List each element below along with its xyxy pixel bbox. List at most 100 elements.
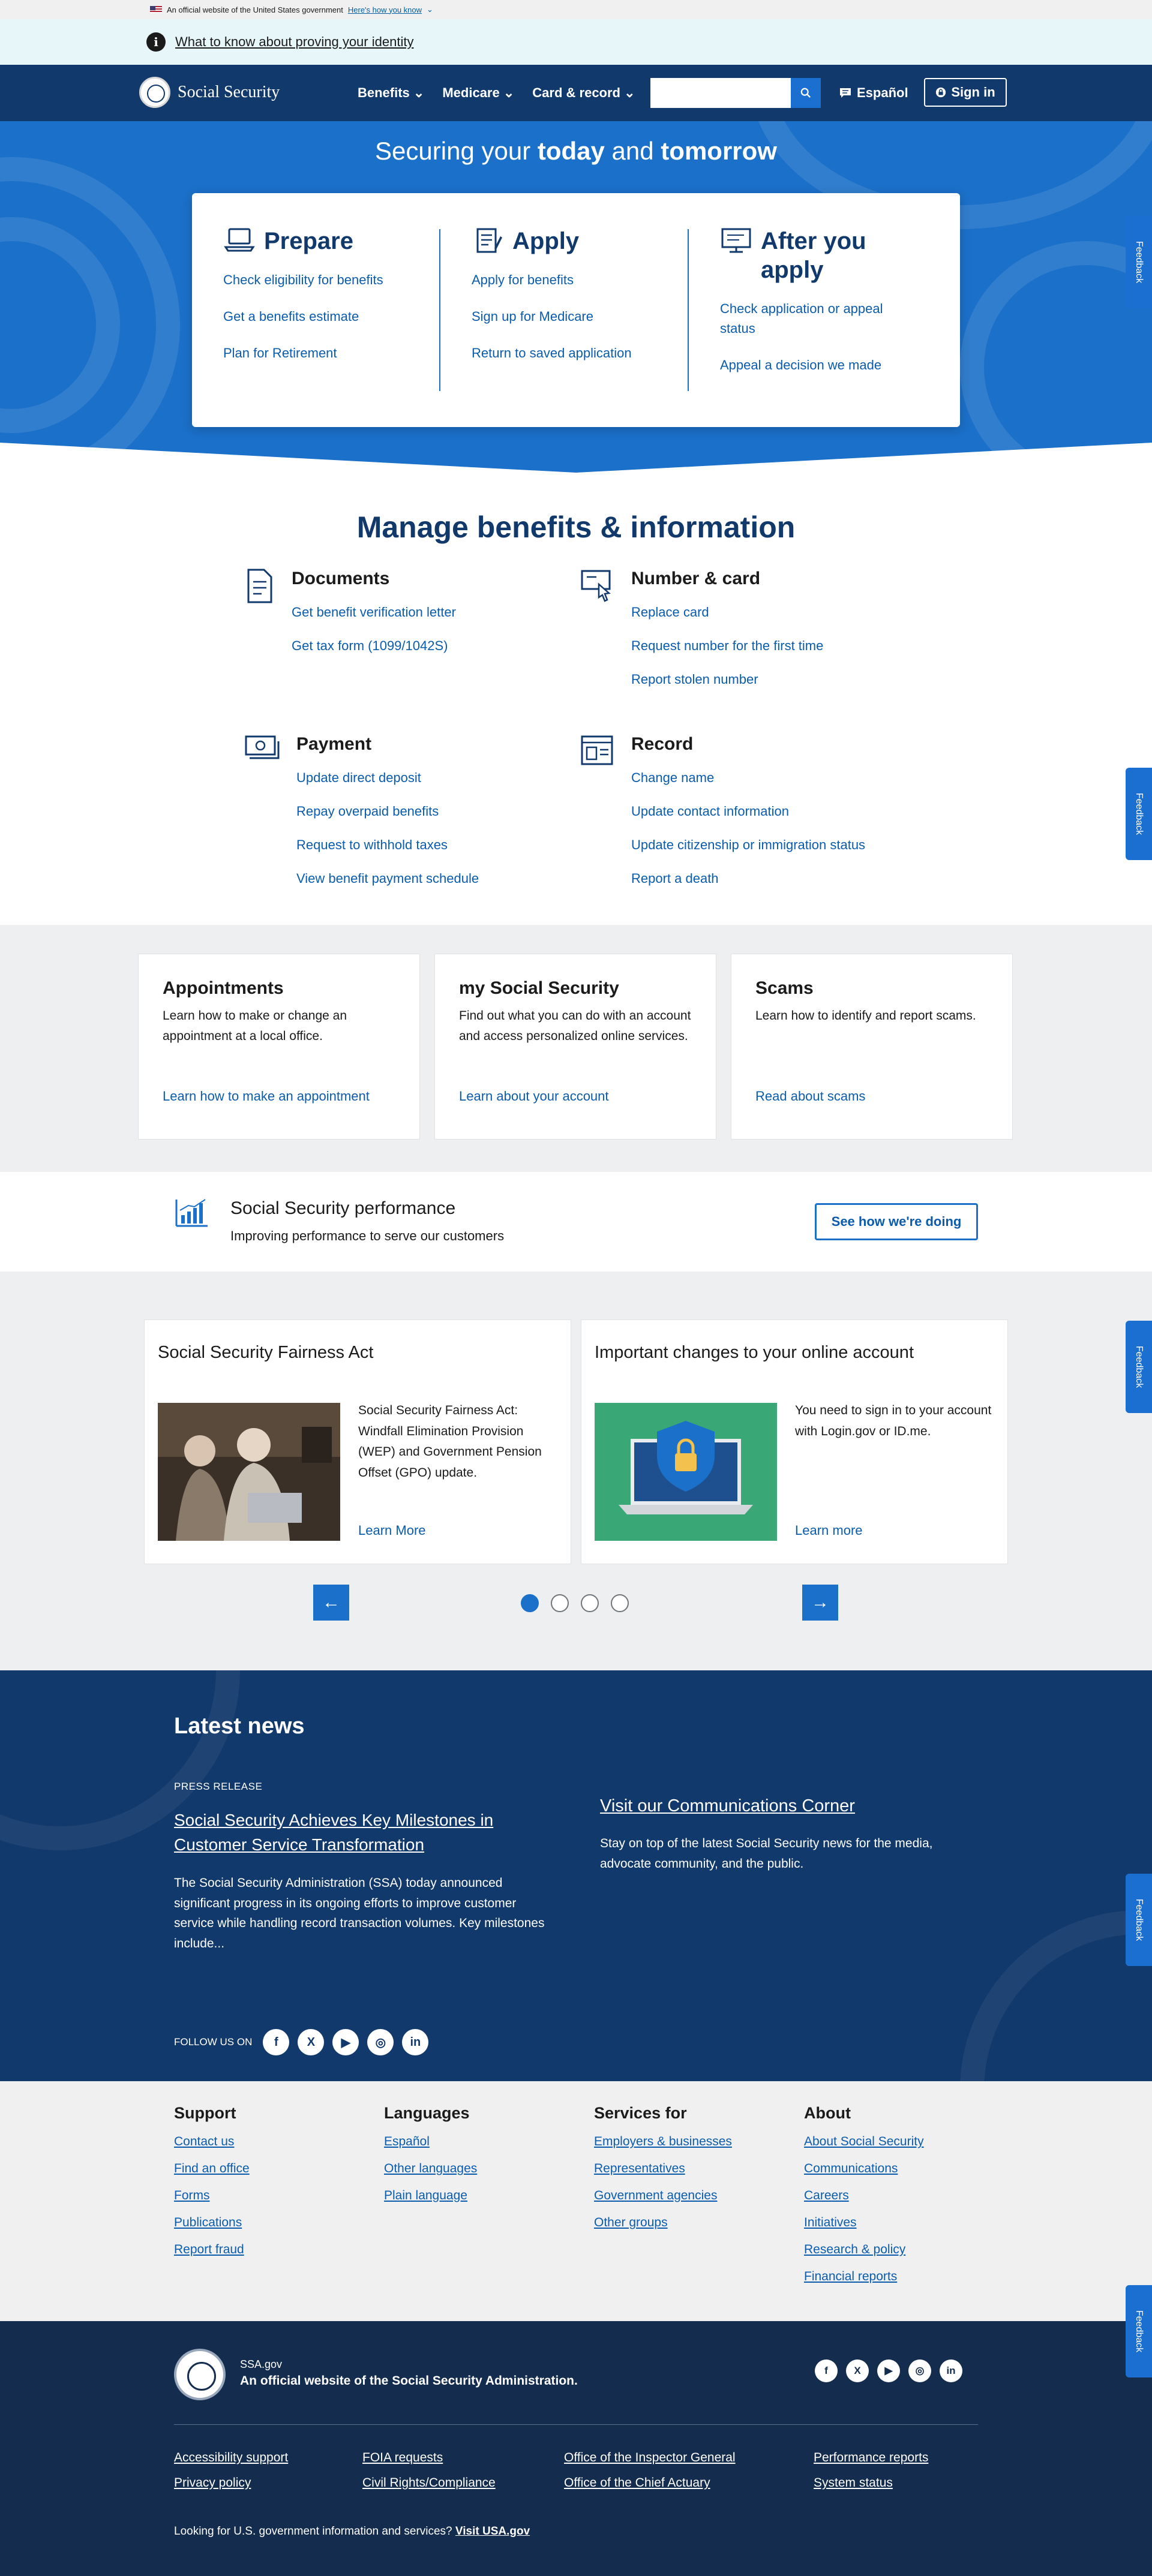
feedback-tab[interactable]: Feedback (1126, 768, 1152, 860)
fairness-learn-more-link[interactable]: Learn More (358, 1523, 426, 1538)
see-how-button[interactable]: See how we're doing (815, 1203, 978, 1240)
arrow-right-icon: → (811, 1592, 829, 1612)
sign-in-button[interactable]: Sign in (924, 78, 1007, 107)
footer-link[interactable]: Other groups (594, 2216, 732, 2230)
direct-deposit-link[interactable]: Update direct deposit (296, 770, 479, 786)
espanol-link[interactable]: Español (839, 85, 908, 101)
sign-up-medicare-link[interactable]: Sign up for Medicare (472, 306, 688, 326)
prepare-column: Prepare Check eligibility for benefits G… (192, 228, 440, 391)
bottom-link[interactable]: Civil Rights/Compliance (362, 2476, 496, 2490)
feedback-tab[interactable]: Feedback (1126, 2285, 1152, 2377)
news-carousel: Social Security Fairness Act Social Secu… (0, 1272, 1152, 1670)
footer-link[interactable]: Contact us (174, 2135, 250, 2149)
account-link[interactable]: Learn about your account (459, 1089, 609, 1104)
feedback-tab[interactable]: Feedback (1126, 216, 1152, 308)
fairness-act-card: Social Security Fairness Act Social Secu… (144, 1319, 571, 1564)
carousel-dot[interactable] (581, 1594, 599, 1612)
facebook-icon[interactable]: f (815, 2359, 838, 2382)
carousel-next-button[interactable]: → (802, 1585, 838, 1621)
bottom-link[interactable]: Office of the Chief Actuary (564, 2476, 710, 2490)
visit-usa-gov-link[interactable]: Visit USA.gov (455, 2525, 530, 2538)
appeal-decision-link[interactable]: Appeal a decision we made (720, 355, 937, 375)
ssa-logo[interactable]: Social Security (139, 77, 280, 108)
latest-news-section: Latest news PRESS RELEASE Social Securit… (0, 1670, 1152, 2081)
footer-link[interactable]: About Social Security (804, 2135, 924, 2149)
instagram-icon[interactable]: ◎ (908, 2359, 931, 2382)
footer-link[interactable]: Other languages (384, 2162, 477, 2176)
appointment-link[interactable]: Learn how to make an appointment (163, 1089, 370, 1104)
footer-link[interactable]: Plain language (384, 2189, 477, 2203)
footer-link[interactable]: Representatives (594, 2162, 732, 2176)
proving-identity-link[interactable]: What to know about proving your identity (175, 34, 413, 50)
footer-link[interactable]: Communications (804, 2162, 924, 2176)
report-stolen-link[interactable]: Report stolen number (631, 672, 823, 687)
linkedin-icon[interactable]: in (940, 2359, 962, 2382)
bottom-link[interactable]: Performance reports (814, 2451, 928, 2465)
verification-letter-link[interactable]: Get benefit verification letter (292, 605, 456, 620)
citizenship-status-link[interactable]: Update citizenship or immigration status (631, 837, 865, 853)
communications-corner-link[interactable]: Visit our Communications Corner (600, 1796, 855, 1816)
footer-link[interactable]: Research & policy (804, 2243, 924, 2257)
footer-link[interactable]: Careers (804, 2189, 924, 2203)
search-button[interactable] (791, 78, 821, 108)
footer-links: Support Contact us Find an office Forms … (0, 2081, 1152, 2321)
footer-link[interactable]: Report fraud (174, 2243, 250, 2257)
footer-link[interactable]: Español (384, 2135, 477, 2149)
footer-link[interactable]: Initiatives (804, 2216, 924, 2230)
scams-link[interactable]: Read about scams (755, 1089, 865, 1104)
bottom-link[interactable]: Accessibility support (174, 2451, 288, 2465)
footer-about-column: About About Social Security Communicatio… (804, 2104, 924, 2284)
facebook-icon[interactable]: f (263, 2029, 290, 2055)
footer-link[interactable]: Forms (174, 2189, 250, 2203)
youtube-icon[interactable]: ▶ (877, 2359, 900, 2382)
update-contact-link[interactable]: Update contact information (631, 804, 865, 819)
linkedin-icon[interactable]: in (402, 2029, 429, 2055)
carousel-dot[interactable] (521, 1594, 539, 1612)
benefits-estimate-link[interactable]: Get a benefits estimate (223, 306, 439, 326)
footer-link[interactable]: Find an office (174, 2162, 250, 2176)
footer-link[interactable]: Financial reports (804, 2270, 924, 2284)
nav-medicare[interactable]: Medicare ⌄ (442, 85, 514, 101)
plan-retirement-link[interactable]: Plan for Retirement (223, 343, 439, 363)
check-status-link[interactable]: Check application or appeal status (720, 299, 906, 338)
carousel-prev-button[interactable]: ← (313, 1585, 349, 1621)
x-icon[interactable]: X (846, 2359, 869, 2382)
request-number-link[interactable]: Request number for the first time (631, 638, 823, 654)
tax-form-link[interactable]: Get tax form (1099/1042S) (292, 638, 456, 654)
report-death-link[interactable]: Report a death (631, 871, 865, 886)
instagram-icon[interactable]: ◎ (367, 2029, 394, 2055)
speech-bubble-icon (840, 88, 851, 98)
change-name-link[interactable]: Change name (631, 770, 865, 786)
x-icon[interactable]: X (298, 2029, 325, 2055)
heres-how-you-know-link[interactable]: Here's how you know (348, 5, 422, 14)
online-account-learn-more-link[interactable]: Learn more (795, 1523, 863, 1538)
apply-benefits-link[interactable]: Apply for benefits (472, 270, 688, 290)
us-flag-icon (150, 6, 162, 13)
bottom-link[interactable]: System status (814, 2476, 893, 2490)
saved-application-link[interactable]: Return to saved application (472, 343, 688, 363)
news-headline-link[interactable]: Social Security Achieves Key Milestones … (174, 1808, 558, 1857)
repay-overpaid-link[interactable]: Repay overpaid benefits (296, 804, 479, 819)
nav-card-record[interactable]: Card & record ⌄ (532, 85, 635, 101)
payment-schedule-link[interactable]: View benefit payment schedule (296, 871, 479, 886)
carousel-dot[interactable] (611, 1594, 629, 1612)
nav-benefits[interactable]: Benefits ⌄ (358, 85, 424, 101)
check-eligibility-link[interactable]: Check eligibility for benefits (223, 270, 439, 290)
withhold-taxes-link[interactable]: Request to withhold taxes (296, 837, 479, 853)
search-input[interactable] (650, 78, 791, 108)
bottom-link[interactable]: Privacy policy (174, 2476, 251, 2490)
feedback-tab[interactable]: Feedback (1126, 1321, 1152, 1413)
laptop-lock-image (595, 1403, 777, 1541)
main-nav: Benefits ⌄ Medicare ⌄ Card & record ⌄ (358, 85, 635, 101)
footer-link[interactable]: Publications (174, 2216, 250, 2230)
footer-link[interactable]: Government agencies (594, 2189, 732, 2203)
replace-card-link[interactable]: Replace card (631, 605, 823, 620)
feedback-tab[interactable]: Feedback (1126, 1874, 1152, 1966)
bottom-link[interactable]: FOIA requests (362, 2451, 443, 2465)
bottom-link[interactable]: Office of the Inspector General (564, 2451, 736, 2465)
footer-services-column: Services for Employers & businesses Repr… (594, 2104, 732, 2230)
carousel-dot[interactable] (551, 1594, 569, 1612)
youtube-icon[interactable]: ▶ (332, 2029, 359, 2055)
footer-link[interactable]: Employers & businesses (594, 2135, 732, 2149)
hero-bottom-shape (0, 443, 1152, 479)
